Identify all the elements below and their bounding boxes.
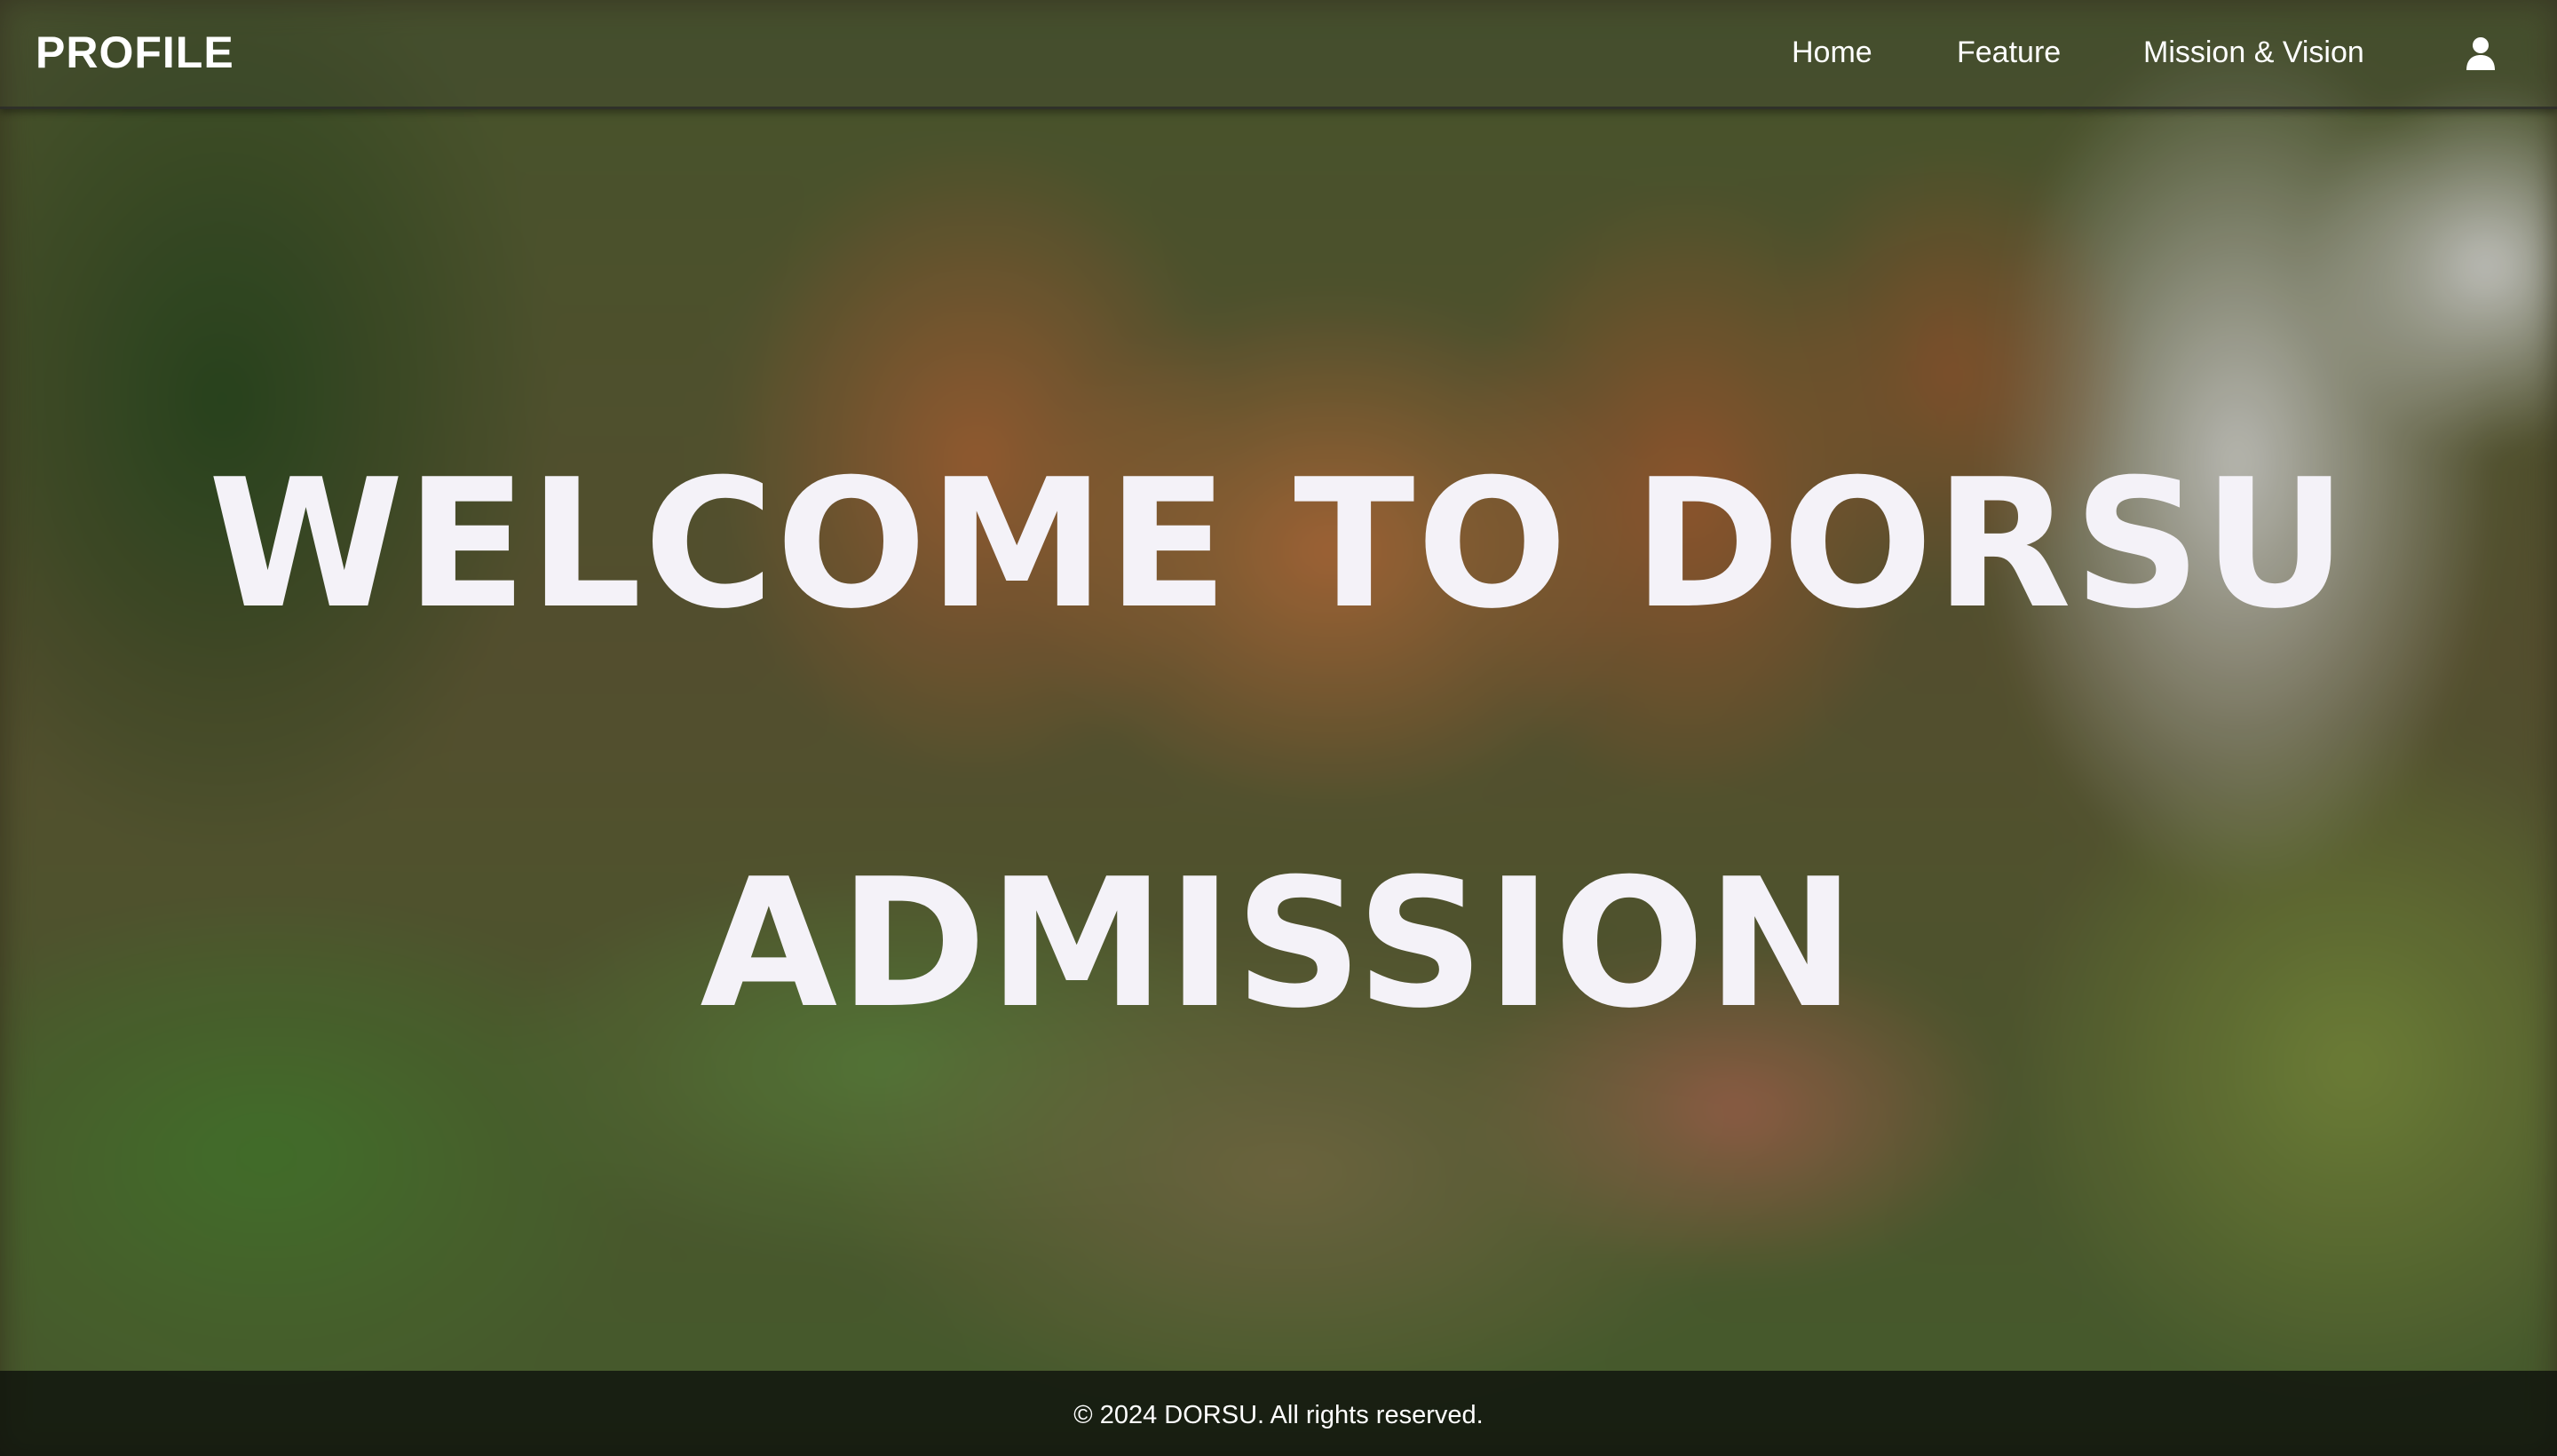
hero-title-line-2: ADMISSION: [700, 841, 1857, 1048]
footer-copyright: © 2024 DORSU. All rights reserved.: [1073, 1400, 1484, 1429]
hero-overlay: [0, 0, 2557, 1456]
nav-link-home[interactable]: Home: [1792, 36, 1872, 70]
user-icon[interactable]: [2465, 36, 2497, 71]
top-navbar: PROFILE Home Feature Mission & Vision: [0, 0, 2557, 109]
nav-link-feature[interactable]: Feature: [1957, 36, 2061, 70]
page-footer: © 2024 DORSU. All rights reserved.: [0, 1371, 2557, 1456]
user-icon-svg: [2466, 37, 2495, 70]
brand-logo-profile[interactable]: PROFILE: [36, 27, 234, 78]
nav-link-mission-vision[interactable]: Mission & Vision: [2143, 36, 2364, 70]
hero-title-line-1: WELCOME TO DORSU: [208, 441, 2349, 648]
